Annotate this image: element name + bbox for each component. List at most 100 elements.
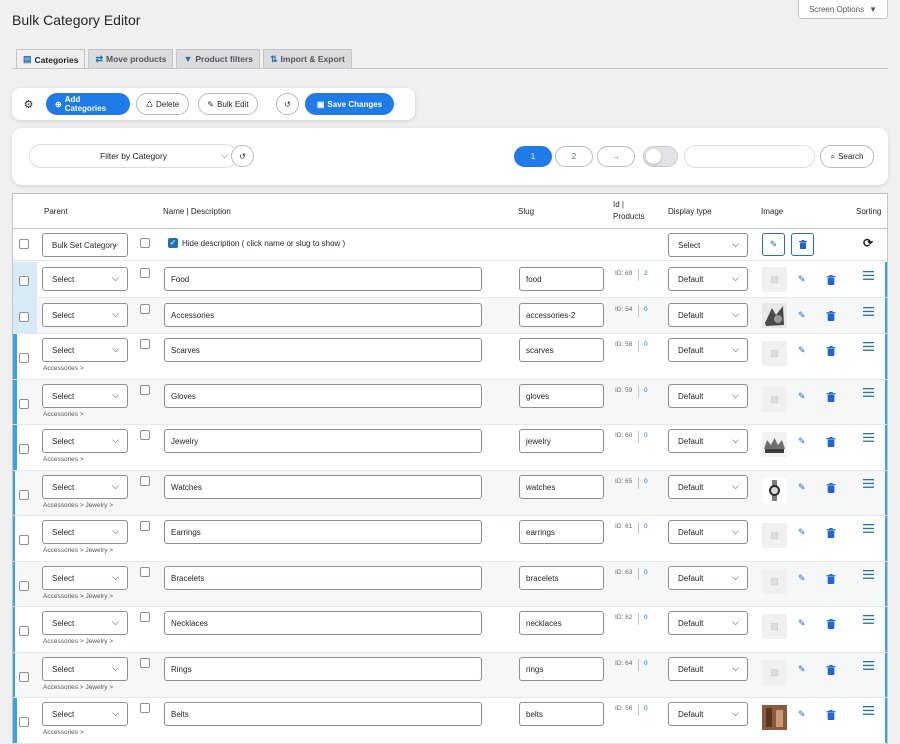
page-button-2[interactable]: 2 (555, 146, 593, 167)
edit-image-icon[interactable]: ✎ (798, 310, 808, 320)
row-checkbox[interactable] (19, 717, 29, 727)
row-checkbox[interactable] (19, 626, 29, 636)
product-count-link[interactable]: 0 (644, 478, 648, 485)
trash-icon[interactable] (826, 437, 836, 447)
product-count-link[interactable]: 0 (644, 432, 648, 439)
select-all-checkbox[interactable] (19, 239, 29, 249)
name-input[interactable]: Accessories (164, 303, 482, 327)
drag-handle-icon[interactable] (863, 342, 874, 351)
row-checkbox[interactable] (19, 399, 29, 409)
display-type-select[interactable]: Default ⌵ (668, 429, 748, 453)
row-checkbox[interactable] (19, 353, 29, 363)
slug-input[interactable]: watches (519, 475, 604, 499)
name-input[interactable]: Rings (164, 657, 482, 681)
save-changes-button[interactable]: ▣ Save Changes (305, 93, 394, 115)
name-input[interactable]: Scarves (164, 338, 482, 362)
image-placeholder[interactable]: ▨ (762, 341, 787, 366)
display-type-select[interactable]: Default ⌵ (668, 267, 748, 291)
screen-options-button[interactable]: Screen Options ▼ (797, 0, 888, 19)
edit-image-icon[interactable]: ✎ (798, 618, 808, 628)
name-input[interactable]: Jewelry (164, 429, 482, 453)
drag-handle-icon[interactable] (863, 271, 874, 280)
product-count-link[interactable]: 0 (644, 614, 648, 621)
parent-select[interactable]: Select ⌵ (42, 611, 128, 635)
page-button-1[interactable]: 1 (514, 146, 552, 167)
name-checkbox[interactable] (140, 658, 150, 668)
trash-icon[interactable] (826, 392, 836, 402)
parent-select[interactable]: Select ⌵ (42, 566, 128, 590)
trash-icon[interactable] (826, 483, 836, 493)
trash-icon[interactable] (826, 665, 836, 675)
category-image[interactable] (762, 303, 787, 328)
settings-button[interactable]: ⚙ (17, 93, 40, 115)
tab-move-products[interactable]: ⇄ Move products (88, 49, 174, 68)
next-page-button[interactable]: → (597, 146, 635, 167)
name-checkbox[interactable] (140, 703, 150, 713)
slug-input[interactable]: accessories-2 (519, 303, 604, 327)
image-placeholder[interactable]: ▨ (762, 523, 787, 548)
name-checkbox[interactable] (140, 521, 150, 531)
row-checkbox[interactable] (19, 444, 29, 454)
product-count-link[interactable]: 0 (644, 569, 648, 576)
edit-image-icon[interactable]: ✎ (798, 436, 808, 446)
add-categories-button[interactable]: ⊕ Add Categories (46, 93, 130, 115)
name-checkbox[interactable] (140, 567, 150, 577)
name-input[interactable]: Bracelets (164, 566, 482, 590)
product-count-link[interactable]: 0 (644, 341, 648, 348)
edit-image-icon[interactable]: ✎ (798, 527, 808, 537)
tab-import-export[interactable]: ⇅ Import & Export (263, 49, 352, 68)
refresh-sort-icon[interactable]: ⟳ (863, 236, 873, 250)
trash-icon[interactable] (826, 311, 836, 321)
name-checkbox[interactable] (140, 430, 150, 440)
image-placeholder[interactable]: ▨ (762, 267, 787, 292)
undo-button[interactable]: ↺ (276, 93, 299, 115)
delete-button[interactable]: ♺ Delete (136, 93, 189, 115)
tab-product-filters[interactable]: ▼ Product filters (176, 49, 260, 68)
reset-filter-button[interactable]: ↺ (231, 145, 254, 167)
product-count-link[interactable]: 0 (644, 660, 648, 667)
trash-icon[interactable] (826, 619, 836, 629)
drag-handle-icon[interactable] (863, 433, 874, 442)
trash-icon[interactable] (826, 346, 836, 356)
parent-select[interactable]: Select ⌵ (42, 338, 128, 362)
product-count-link[interactable]: 0 (644, 306, 648, 313)
name-checkbox[interactable] (140, 476, 150, 486)
edit-image-icon[interactable]: ✎ (798, 709, 808, 719)
trash-icon[interactable] (826, 275, 836, 285)
parent-select[interactable]: Select ⌵ (42, 657, 128, 681)
bulk-edit-image-button[interactable]: ✎ (762, 233, 785, 256)
name-input[interactable]: Gloves (164, 384, 482, 408)
display-type-select[interactable]: Default ⌵ (668, 702, 748, 726)
name-checkbox[interactable] (140, 339, 150, 349)
category-image[interactable] (762, 432, 787, 457)
name-checkbox[interactable] (140, 268, 150, 278)
name-checkbox[interactable] (140, 304, 150, 314)
image-placeholder[interactable]: ▨ (762, 660, 787, 685)
name-input[interactable]: Earrings (164, 520, 482, 544)
slug-input[interactable]: food (519, 267, 604, 291)
image-placeholder[interactable]: ▨ (762, 569, 787, 594)
parent-select[interactable]: Select ⌵ (42, 303, 128, 327)
row-checkbox[interactable] (19, 672, 29, 682)
parent-select[interactable]: Select ⌵ (42, 702, 128, 726)
hide-description-checkbox[interactable]: ✓ (168, 238, 178, 248)
image-placeholder[interactable]: ▨ (762, 614, 787, 639)
slug-input[interactable]: belts (519, 702, 604, 726)
slug-input[interactable]: gloves (519, 384, 604, 408)
drag-handle-icon[interactable] (863, 706, 874, 715)
bulk-display-type-select[interactable]: Select ⌵ (668, 233, 748, 257)
drag-handle-icon[interactable] (863, 661, 874, 670)
trash-icon[interactable] (826, 710, 836, 720)
row-checkbox[interactable] (19, 490, 29, 500)
parent-select[interactable]: Select ⌵ (42, 267, 128, 291)
drag-handle-icon[interactable] (863, 479, 874, 488)
display-type-select[interactable]: Default ⌵ (668, 303, 748, 327)
display-type-select[interactable]: Default ⌵ (668, 338, 748, 362)
display-type-select[interactable]: Default ⌵ (668, 611, 748, 635)
name-input[interactable]: Food (164, 267, 482, 291)
name-input[interactable]: Belts (164, 702, 482, 726)
parent-select[interactable]: Select ⌵ (42, 429, 128, 453)
bulk-name-checkbox[interactable] (140, 238, 150, 248)
trash-icon[interactable] (826, 528, 836, 538)
display-type-select[interactable]: Default ⌵ (668, 475, 748, 499)
